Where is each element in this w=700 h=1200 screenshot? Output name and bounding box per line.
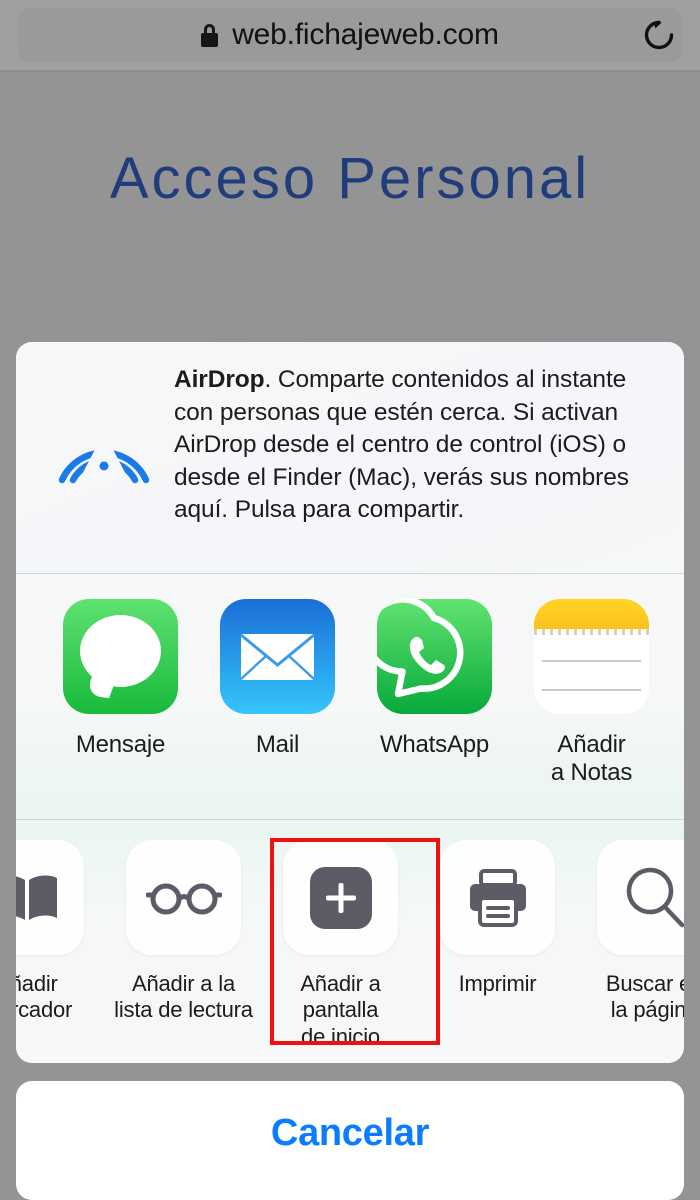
action-tile xyxy=(16,840,84,955)
app-label: Añadir a Notas xyxy=(550,731,633,787)
cancel-label: Cancelar xyxy=(270,1112,430,1154)
action-label: Añadir a pantalla de inicio xyxy=(300,971,381,1049)
action-add-reading-list[interactable]: Añadir a la lista de lectura xyxy=(105,840,262,1050)
messages-icon xyxy=(63,599,178,714)
app-share-target[interactable]: Mail xyxy=(199,599,356,788)
airdrop-description: AirDrop. Comparte contenidos al instante… xyxy=(174,364,666,573)
share-sheet: AirDrop. Comparte contenidos al instante… xyxy=(16,342,684,1063)
action-add-to-home-screen[interactable]: Añadir a pantalla de inicio xyxy=(262,840,419,1050)
action-tile xyxy=(440,840,555,955)
airdrop-icon xyxy=(34,364,174,573)
actions-row[interactable]: Añadir marcador Añadir a la lista de lec… xyxy=(16,820,684,1063)
cancel-button[interactable]: Cancelar xyxy=(16,1081,684,1200)
action-tile xyxy=(597,840,684,955)
page-title: Acceso Personal xyxy=(109,146,591,211)
action-find-on-page[interactable]: Buscar en la página xyxy=(576,840,684,1050)
action-add-bookmark[interactable]: Añadir marcador xyxy=(16,840,105,1050)
app-share-target[interactable]: Añadir a Notas xyxy=(513,599,670,788)
app-share-target[interactable]: Mensaje xyxy=(42,599,199,788)
browser-toolbar: web.fichajeweb.com xyxy=(0,0,700,70)
printer-icon xyxy=(469,868,526,927)
app-share-target[interactable] xyxy=(670,599,684,788)
app-share-target[interactable]: WhatsApp xyxy=(356,599,513,788)
action-label: Buscar en la página xyxy=(605,971,684,1023)
action-tile xyxy=(283,840,398,955)
notes-icon xyxy=(534,599,649,714)
plus-icon xyxy=(309,866,372,929)
action-label: Añadir marcador xyxy=(16,971,73,1023)
reload-icon[interactable] xyxy=(640,16,678,54)
apps-row[interactable]: Mensaje Mail WhatsApp Añadir a Notas xyxy=(16,574,684,819)
action-label: Añadir a la lista de lectura xyxy=(114,971,253,1023)
book-icon xyxy=(16,875,57,920)
mail-icon xyxy=(220,599,335,714)
whatsapp-icon xyxy=(377,599,492,714)
action-tile xyxy=(126,840,241,955)
action-label: Imprimir xyxy=(458,971,537,996)
app-label: Mensaje xyxy=(75,731,166,758)
url-bar[interactable]: web.fichajeweb.com xyxy=(18,8,682,62)
lock-icon xyxy=(201,23,219,47)
airdrop-section[interactable]: AirDrop. Comparte contenidos al instante… xyxy=(16,342,684,573)
url-text: web.fichajeweb.com xyxy=(232,18,499,51)
airdrop-title: AirDrop xyxy=(174,366,265,393)
action-print[interactable]: Imprimir xyxy=(419,840,576,1050)
glasses-icon xyxy=(145,883,222,914)
app-label: WhatsApp xyxy=(379,731,490,758)
app-label: Mail xyxy=(255,731,300,758)
search-icon xyxy=(626,867,684,927)
